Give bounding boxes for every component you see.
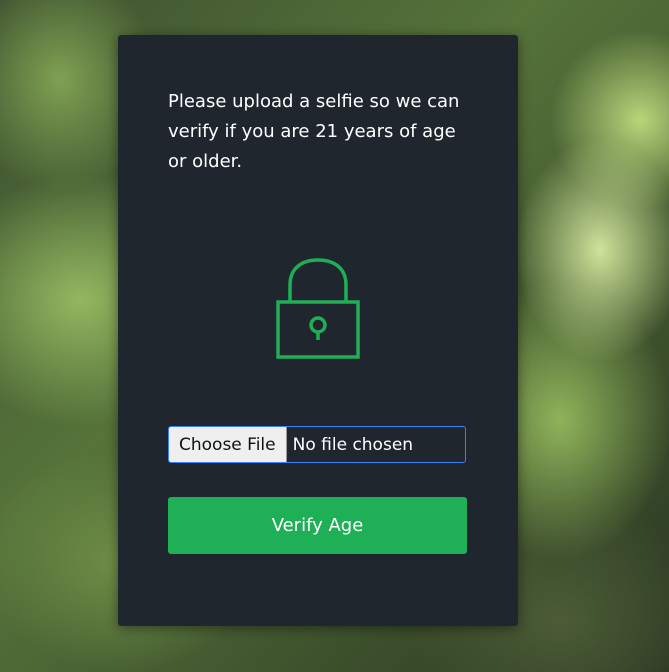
verification-card: Please upload a selfie so we can verify … — [118, 35, 518, 626]
lock-icon — [276, 258, 360, 359]
selfie-file-input[interactable]: Choose File No file chosen — [168, 426, 466, 463]
instruction-text: Please upload a selfie so we can verify … — [168, 91, 460, 172]
file-status-text: No file chosen — [292, 434, 414, 455]
verify-age-button[interactable]: Verify Age — [168, 497, 467, 554]
choose-file-button[interactable]: Choose File — [169, 427, 287, 462]
